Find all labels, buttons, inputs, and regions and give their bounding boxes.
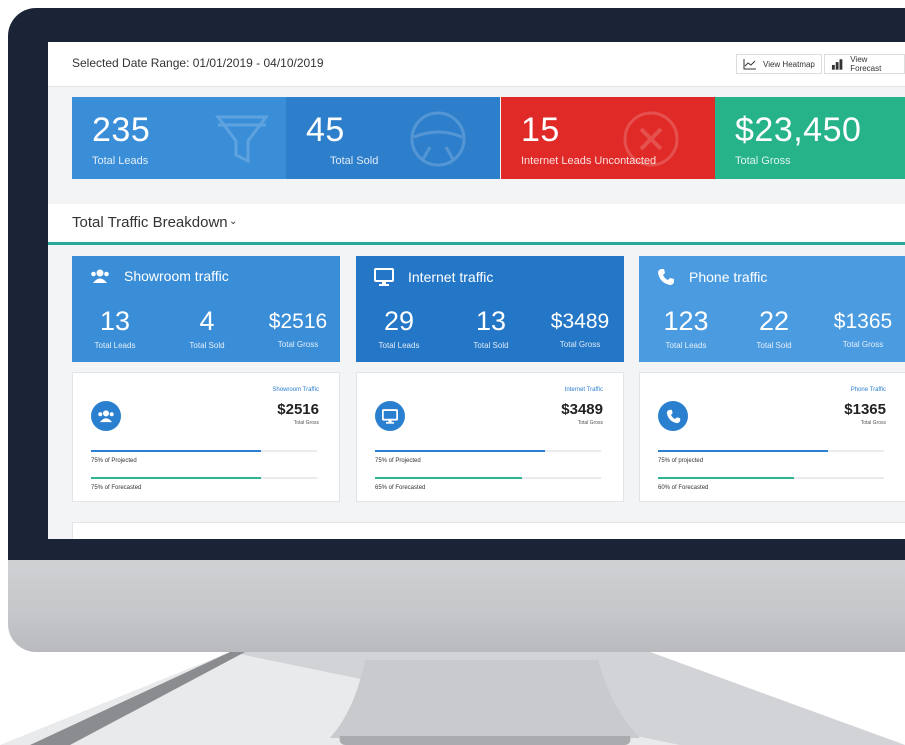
total-leads-label: Total Leads [665, 341, 707, 350]
total-leads-value: 13 [99, 306, 131, 336]
kpi-label: Total Sold [330, 155, 379, 167]
showroom-traffic-card[interactable]: Showroom traffic 13 Total Leads 4 Total So… [72, 256, 340, 362]
total-leads-value: 123 [663, 306, 709, 336]
forecasted-label: 65% of Forecasted [375, 485, 426, 491]
traffic-title: Showroom traffic [124, 268, 229, 284]
source-label: Showroom Traffic [272, 387, 319, 393]
traffic-title: Phone traffic [689, 269, 768, 285]
total-leads-label: Total Leads [378, 341, 420, 350]
phone-icon [658, 269, 674, 285]
kpi-value: $23,450 [735, 111, 862, 149]
projected-progress-bar [658, 450, 884, 452]
total-sold-label: Total Sold [756, 341, 792, 350]
monitor-icon [375, 401, 405, 431]
bar-chart-icon [831, 59, 843, 70]
total-gross-value: $1365 [833, 310, 893, 333]
total-sold-value: 4 [199, 306, 215, 336]
total-gross-value: $3489 [550, 310, 610, 333]
kpi-total-gross[interactable]: $23,450 Total Gross [715, 97, 905, 179]
chevron-down-icon: ⌄ [229, 216, 238, 227]
date-range-label: Selected Date Range: 01/01/2019 - 04/10/… [72, 56, 324, 70]
projected-fill [658, 450, 828, 452]
gross-label: Total Gross [577, 420, 603, 426]
projected-label: 75% of Projected [91, 458, 137, 464]
next-section-card [72, 522, 905, 539]
internet-detail-card[interactable]: Internet Traffic $3489 Total Gross 75% o… [356, 372, 624, 502]
phone-traffic-card[interactable]: Phone traffic 123 Total Leads 22 Total Sol… [639, 256, 905, 362]
kpi-value: 235 [92, 111, 151, 149]
monitor-icon [374, 268, 394, 286]
source-label: Internet Traffic [564, 387, 603, 393]
forecasted-progress-bar [91, 477, 317, 479]
steering-wheel-icon [410, 111, 466, 167]
dashboard-screen: Selected Date Range: 01/01/2019 - 04/10/… [48, 42, 905, 539]
source-label: Phone Traffic [850, 387, 886, 393]
projected-fill [375, 450, 545, 452]
view-heatmap-label: View Heatmap [763, 59, 815, 69]
gross-amount: $1365 [844, 401, 886, 418]
projected-fill [91, 450, 261, 452]
projected-label: 75% of projected [658, 458, 704, 464]
heatmap-icon [743, 59, 756, 70]
internet-traffic-card[interactable]: Internet traffic 29 Total Leads 13 Total S… [356, 256, 624, 362]
kpi-total-leads[interactable]: 235 Total Leads [72, 97, 292, 179]
total-gross-label: Total Gross [277, 340, 319, 349]
kpi-label: Total Leads [92, 155, 149, 167]
total-sold-label: Total Sold [473, 341, 509, 350]
funnel-icon [215, 115, 269, 164]
total-leads-value: 29 [383, 306, 415, 336]
showroom-detail-card[interactable]: Showroom Traffic $2516 Total Gross 75% o… [72, 372, 340, 502]
total-gross-label: Total Gross [842, 340, 884, 349]
projected-progress-bar [91, 450, 317, 452]
kpi-total-sold[interactable]: 45 Total Sold [286, 97, 500, 179]
total-sold-value: 22 [758, 306, 790, 336]
view-heatmap-button[interactable]: View Heatmap [736, 54, 822, 74]
phone-icon [658, 401, 688, 431]
gross-amount: $3489 [561, 401, 603, 418]
total-sold-label: Total Sold [189, 341, 225, 350]
gross-label: Total Gross [860, 420, 886, 426]
forecasted-label: 75% of Forecasted [91, 485, 142, 491]
total-leads-label: Total Leads [94, 341, 136, 350]
kpi-internet-leads-uncontacted[interactable]: 15 Internet Leads Uncontacted [501, 97, 719, 179]
top-bar: Selected Date Range: 01/01/2019 - 04/10/… [48, 42, 905, 87]
total-gross-value: $2516 [268, 310, 328, 333]
projected-progress-bar [375, 450, 601, 452]
section-title: Total Traffic Breakdown [72, 214, 228, 231]
monitor-stand [0, 652, 905, 745]
kpi-label: Internet Leads Uncontacted [521, 155, 657, 167]
monitor-chin [8, 560, 905, 652]
forecasted-fill [658, 477, 794, 479]
kpi-value: 45 [306, 111, 345, 149]
forecasted-progress-bar [375, 477, 601, 479]
gross-amount: $2516 [277, 401, 319, 418]
forecasted-label: 60% of Forecasted [658, 485, 709, 491]
traffic-title: Internet traffic [408, 269, 494, 285]
traffic-breakdown-header[interactable]: Total Traffic Breakdown ⌄ [48, 204, 905, 245]
people-icon [91, 401, 121, 431]
kpi-value: 15 [521, 111, 560, 149]
view-forecast-button[interactable]: View Forecast [824, 54, 905, 74]
forecasted-progress-bar [658, 477, 884, 479]
total-gross-label: Total Gross [559, 340, 601, 349]
phone-detail-card[interactable]: Phone Traffic $1365 Total Gross 75% of p… [639, 372, 905, 502]
gross-label: Total Gross [293, 420, 319, 426]
people-icon [91, 269, 109, 283]
projected-label: 75% of Projected [375, 458, 421, 464]
forecasted-fill [375, 477, 522, 479]
total-sold-value: 13 [475, 306, 507, 336]
kpi-label: Total Gross [735, 155, 791, 167]
view-forecast-label: View Forecast [850, 55, 882, 73]
forecasted-fill [91, 477, 261, 479]
